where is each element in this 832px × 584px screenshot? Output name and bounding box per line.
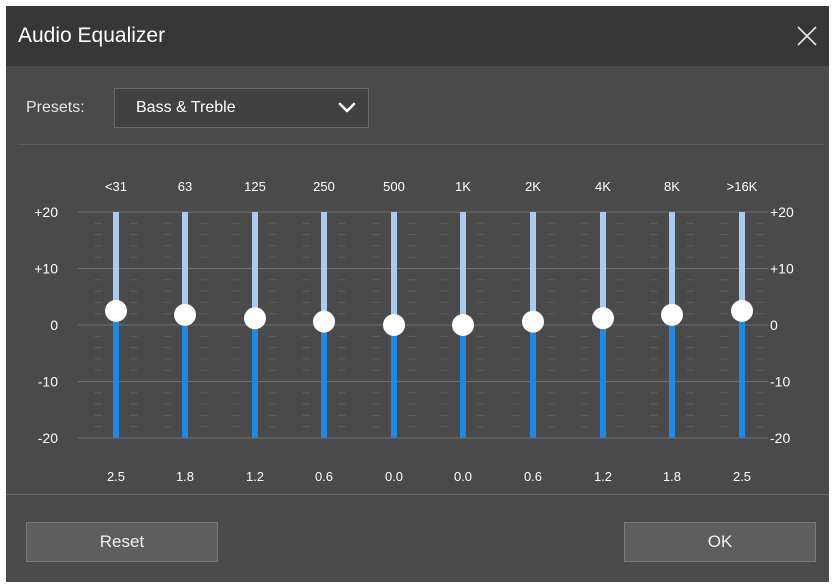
scale-label-right: -10 xyxy=(770,374,790,390)
band-value-label: 0.0 xyxy=(454,469,472,484)
scale-label-left: -10 xyxy=(38,374,58,390)
band-frequency-label: 250 xyxy=(313,179,335,194)
slider-knob[interactable] xyxy=(661,303,683,326)
slider-knob[interactable] xyxy=(174,303,196,326)
scale-label-left: 0 xyxy=(50,317,58,333)
slider-track-upper xyxy=(669,212,675,315)
audio-equalizer-dialog: Audio Equalizer Presets: Bass & Treble +… xyxy=(6,6,829,582)
band-frequency-label: 4K xyxy=(595,179,611,194)
slider-track-lower xyxy=(460,325,466,438)
band-frequency-label: 1K xyxy=(455,179,471,194)
slider-track-upper xyxy=(252,212,258,319)
scale-label-right: +10 xyxy=(770,261,794,277)
slider-knob[interactable] xyxy=(731,299,753,322)
band-value-label: 1.8 xyxy=(176,469,194,484)
band-value-label: 0.6 xyxy=(524,469,542,484)
slider-knob[interactable] xyxy=(105,299,127,322)
slider-track-lower xyxy=(391,325,397,438)
scale-label-right: +20 xyxy=(770,204,794,220)
scale-label-left: +20 xyxy=(34,204,58,220)
band-value-label: 2.5 xyxy=(733,469,751,484)
slider-track-upper xyxy=(391,212,397,325)
equalizer-graph: +20 +10 0 -10 -20 +20 +10 0 -10 -20 <31 2.5 63 1.8 125… xyxy=(34,179,794,484)
band-value-label: 0.6 xyxy=(315,469,333,484)
slider-knob[interactable] xyxy=(452,314,474,336)
scale-label-right: 0 xyxy=(770,317,778,333)
slider-track-upper xyxy=(530,212,536,322)
reset-button[interactable]: Reset xyxy=(26,522,218,562)
slider-knob[interactable] xyxy=(522,310,544,333)
slider-track-upper xyxy=(460,212,466,325)
band-value-label: 0.0 xyxy=(385,469,403,484)
band-frequency-label: 125 xyxy=(244,179,266,194)
slider-knob[interactable] xyxy=(592,307,614,330)
equalizer-panel: +20 +10 0 -10 -20 +20 +10 0 -10 -20 <31 2.5 63 1.8 125… xyxy=(6,6,829,582)
slider-track-lower xyxy=(113,310,119,438)
slider-track-upper xyxy=(182,212,188,315)
band-frequency-label: 500 xyxy=(383,179,405,194)
scale-label-right: -20 xyxy=(770,430,790,446)
slider-track-lower xyxy=(321,321,327,438)
band-frequency-label: 8K xyxy=(664,179,680,194)
slider-knob[interactable] xyxy=(244,307,266,330)
slider-track-lower xyxy=(739,310,745,438)
ok-button[interactable]: OK xyxy=(624,522,816,562)
slider-track-lower xyxy=(669,314,675,438)
band-value-label: 1.8 xyxy=(663,469,681,484)
slider-track-lower xyxy=(182,314,188,438)
slider-track-upper xyxy=(113,212,119,311)
band-frequency-label: <31 xyxy=(105,179,127,194)
slider-track-lower xyxy=(530,321,536,438)
slider-track-upper xyxy=(321,212,327,322)
band-frequency-label: >16K xyxy=(727,179,758,194)
band-frequency-label: 63 xyxy=(178,179,192,194)
scale-label-left: -20 xyxy=(38,430,58,446)
slider-knob[interactable] xyxy=(383,314,405,336)
band-frequency-label: 2K xyxy=(525,179,541,194)
scale-label-left: +10 xyxy=(34,261,58,277)
band-value-label: 1.2 xyxy=(594,469,612,484)
slider-track-lower xyxy=(252,318,258,438)
slider-track-upper xyxy=(600,212,606,319)
footer-divider xyxy=(6,494,829,495)
slider-knob[interactable] xyxy=(313,310,335,333)
slider-track-lower xyxy=(600,318,606,438)
slider-track-upper xyxy=(739,212,745,311)
band-value-label: 1.2 xyxy=(246,469,264,484)
band-value-label: 2.5 xyxy=(107,469,125,484)
